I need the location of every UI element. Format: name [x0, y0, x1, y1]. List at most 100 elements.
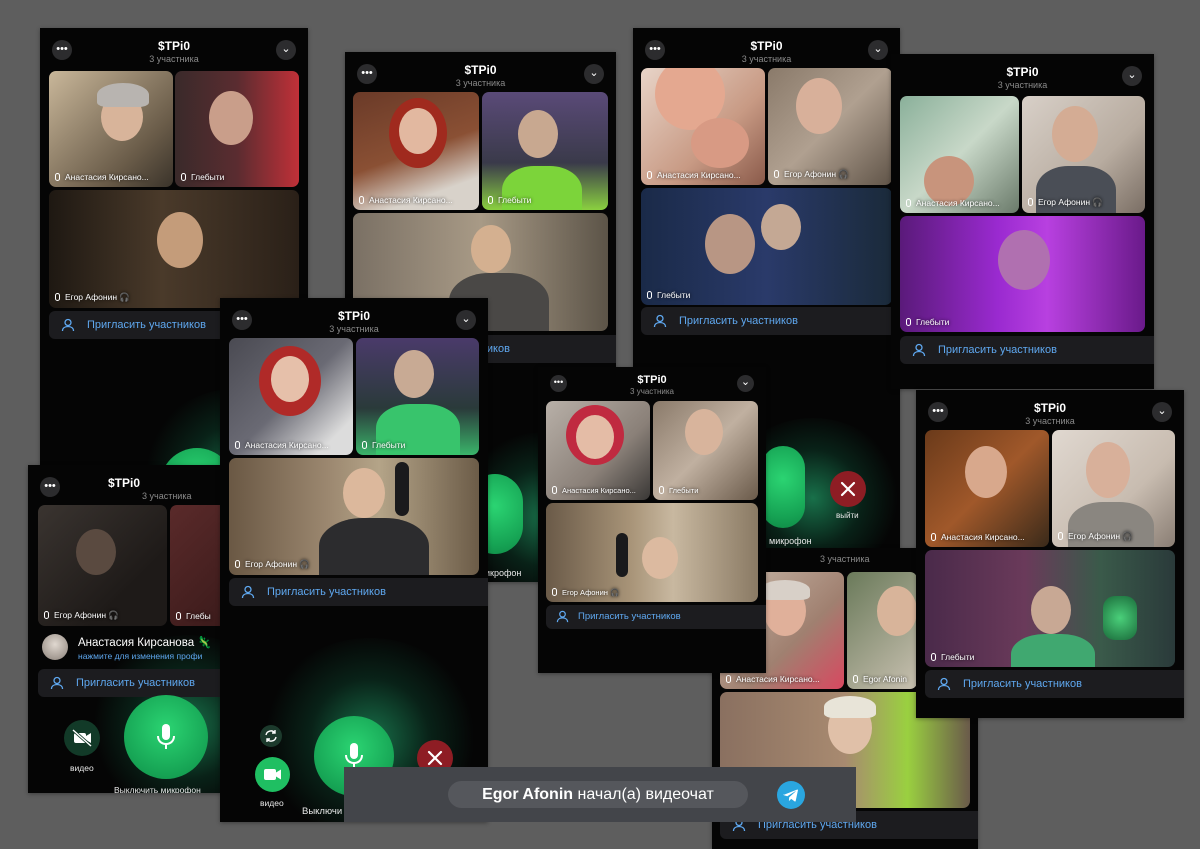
leave-button[interactable]: [830, 471, 866, 507]
video-tile-anastasia[interactable]: Анастасия Кирсано...: [900, 96, 1019, 213]
call-title: $TPi0: [464, 63, 497, 77]
video-tile-gleb[interactable]: Глебыти: [925, 550, 1175, 667]
add-user-icon: [556, 610, 569, 623]
video-tile-egor[interactable]: Егор Афонин 🎧: [49, 190, 299, 308]
person-face: [471, 225, 511, 273]
person-face: [343, 468, 385, 518]
video-tile-anastasia[interactable]: Анастасия Кирсано...: [925, 430, 1049, 547]
person-hand: [691, 118, 749, 168]
mic-icon: [55, 293, 60, 301]
chevron-down-icon[interactable]: ⌄: [737, 375, 754, 392]
chevron-down-icon[interactable]: ⌄: [584, 64, 604, 84]
participant-name: Глебыти: [669, 486, 699, 495]
video-tile-egor[interactable]: Егор Афонин 🎧: [546, 503, 758, 602]
call-title: $TPi0: [108, 476, 141, 490]
video-tile-anastasia[interactable]: Анастасия Кирсано...: [229, 338, 353, 455]
add-user-icon: [241, 585, 255, 599]
chevron-down-icon[interactable]: ⌄: [456, 310, 476, 330]
call-header: ••• $TPi0 3 участника ⌄: [633, 28, 900, 68]
participant-name: Глебыти: [372, 440, 406, 450]
participant-name: Егор Афонин: [784, 169, 837, 179]
participant-name: Егор Афонин: [54, 610, 107, 620]
more-icon[interactable]: •••: [40, 477, 60, 497]
video-tile-egor[interactable]: Егор Афонин 🎧: [229, 458, 479, 575]
flip-camera-button[interactable]: [260, 725, 282, 747]
chevron-down-icon[interactable]: ⌄: [276, 40, 296, 60]
mic-icon: [176, 612, 181, 620]
invite-participants-button[interactable]: Пригласить участников: [900, 336, 1154, 364]
video-tile-gleb[interactable]: Глебыти: [482, 92, 608, 210]
invite-participants-button[interactable]: Пригласить участников: [925, 670, 1184, 698]
video-button[interactable]: [255, 757, 290, 792]
participant-name: Глебыти: [191, 172, 225, 182]
mic-icon: [726, 675, 731, 683]
person-face: [642, 537, 678, 579]
person-shirt: [1011, 634, 1095, 667]
video-off-icon: [72, 728, 92, 748]
mic-icon: [362, 441, 367, 449]
participant-name: Глебыти: [498, 195, 532, 205]
video-tile-gleb[interactable]: Глебы: [170, 505, 222, 626]
mic-button[interactable]: [761, 446, 805, 528]
call-header: ••• $TPi0 3 участника: [28, 465, 222, 505]
mic-icon: [181, 173, 186, 181]
video-tile-gleb[interactable]: Глебыти: [641, 188, 892, 305]
avatar: [42, 634, 68, 660]
participant-name: Глебы: [186, 611, 211, 621]
video-tile-egor[interactable]: Егор Афонин 🎧: [1022, 96, 1145, 213]
leave-label: выйти: [836, 511, 859, 520]
chevron-down-icon[interactable]: ⌄: [1152, 402, 1172, 422]
video-tile-egor[interactable]: Егор Афонин 🎧: [38, 505, 167, 626]
notification-toast: Egor Afonin начал(а) видеочат: [344, 767, 856, 822]
video-tile-gleb[interactable]: Глебыти: [900, 216, 1145, 332]
call-window-9: ••• $TPi0 3 участника ⌄ Анастасия Кирсан…: [916, 390, 1184, 718]
call-header: ••• $TPi0 3 участника ⌄: [220, 298, 488, 338]
person-face: [998, 230, 1050, 290]
video-tile-anastasia[interactable]: Анастасия Кирсано...: [641, 68, 765, 185]
notification-name: Egor Afonin: [482, 786, 574, 803]
video-tile-egor[interactable]: Егор Афонин 🎧: [768, 68, 892, 185]
call-title: $TPi0: [157, 39, 190, 53]
invite-participants-button[interactable]: Пригласить участников: [38, 669, 222, 697]
video-tile-egor[interactable]: Егор Афонин 🎧: [1052, 430, 1175, 547]
person-hand: [705, 214, 755, 274]
invite-label: Пригласить участников: [938, 344, 1057, 356]
person-body: [319, 518, 429, 575]
mic-icon: [931, 653, 936, 661]
video-tile-anastasia[interactable]: Анастасия Кирсано...: [49, 71, 173, 187]
chevron-down-icon[interactable]: ⌄: [1122, 66, 1142, 86]
own-profile-row[interactable]: Анастасия Кирсанова 🦎 нажмите для измене…: [38, 631, 222, 671]
participant-name: Egor Afonin: [863, 674, 907, 684]
invite-participants-button[interactable]: Пригласить участников: [229, 578, 488, 606]
person-cap: [760, 580, 810, 600]
call-title: $TPi0: [637, 374, 667, 386]
video-tile-gleb[interactable]: Глебыти: [175, 71, 299, 187]
mic-icon: [1058, 532, 1063, 540]
mic-icon: [44, 611, 49, 619]
person-face: [685, 409, 723, 455]
invite-label: Пригласить участников: [267, 586, 386, 598]
invite-label: Пригласить участников: [87, 319, 206, 331]
add-user-icon: [912, 343, 926, 357]
profile-name: Анастасия Кирсанова 🦎: [78, 637, 212, 649]
add-user-icon: [61, 318, 75, 332]
video-tile-anastasia[interactable]: Анастасия Кирсано...: [546, 401, 650, 500]
video-tile-gleb[interactable]: Глебыти: [653, 401, 758, 500]
invite-participants-button[interactable]: Пригласить участников: [641, 307, 900, 335]
video-button[interactable]: [64, 720, 100, 756]
invite-participants-button[interactable]: Пригласить участников: [546, 605, 766, 629]
mic-icon: [157, 724, 175, 749]
video-tile-anastasia[interactable]: Анастасия Кирсано...: [353, 92, 479, 210]
chevron-down-icon[interactable]: ⌄: [868, 40, 888, 60]
video-tile-gleb[interactable]: Глебыти: [356, 338, 479, 455]
profile-hint[interactable]: нажмите для изменения профи: [78, 651, 202, 661]
call-header: $TPi0 3 участника ⌄: [891, 54, 1154, 94]
mic-button[interactable]: [124, 695, 208, 779]
telegram-icon: [777, 781, 805, 809]
video-tile-egor[interactable]: Egor Afonin: [847, 572, 917, 689]
mic-icon: [647, 171, 652, 179]
mic-icon: [931, 533, 936, 541]
microphone-stand: [1103, 596, 1137, 640]
participants-count: 3 участника: [820, 554, 870, 564]
participant-name: Глебыти: [916, 317, 950, 327]
